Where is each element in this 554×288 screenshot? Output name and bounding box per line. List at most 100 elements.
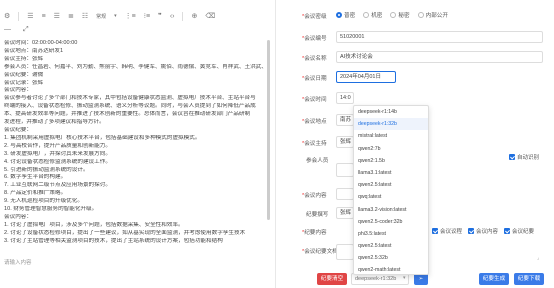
meeting-number-input[interactable]: 51020001 <box>336 31 543 43</box>
dropdown-option[interactable]: qwen2.5:32b <box>354 252 428 264</box>
horizontal-rule-icon[interactable]: — <box>4 26 11 34</box>
dropdown-option[interactable]: qwen2:1.5b <box>354 155 428 167</box>
link-icon[interactable]: ⊕ <box>191 12 197 20</box>
meeting-date-input[interactable]: 2024年04月01日 <box>336 71 396 83</box>
editor-line: 2. 讨论了设备状态检修项目，提出了一些建议，如从基实现的全面监测，并考虑使用数… <box>4 229 246 236</box>
list-unordered-icon[interactable]: ≡ <box>42 13 46 20</box>
dropdown-option[interactable]: phi3.5:latest <box>354 228 428 240</box>
align-left-icon[interactable]: ☰ <box>54 12 60 20</box>
summary-writer-label: 纪要撰写 <box>306 212 329 218</box>
editor-line: 会议地点：南苏达研发1 <box>4 47 64 54</box>
chevron-down-icon[interactable]: ▾ <box>114 13 117 19</box>
meeting-host-input[interactable]: 张辉 <box>336 136 354 148</box>
editor-toolbar-row2: — ⤢ <box>4 26 29 34</box>
editor-scrollbar[interactable] <box>267 40 270 220</box>
dropdown-option[interactable]: qwen2.5-coder:32b <box>354 216 428 228</box>
auto-identify-checkbox[interactable]: 自动识别 <box>509 153 539 161</box>
settings-icon[interactable]: ⚙ <box>4 12 10 20</box>
host-label: *会议主持 <box>302 141 327 147</box>
editor-panel: ⚙ ☰ ≡ ☰ ≣ ☷ 常规 ▾ ⋮≡ ⁝≡ ❞ ‹› ⊕ ⌫ — ⤢ 会议时间… <box>0 0 276 288</box>
dropdown-option[interactable]: qwen2-math:latest <box>354 264 428 274</box>
doc-label: *会议纪要文档 <box>302 249 338 255</box>
editor-toolbar: ⚙ ☰ ≡ ☰ ≣ ☷ 常规 ▾ ⋮≡ ⁝≡ ❞ ‹› ⊕ ⌫ <box>4 10 215 22</box>
checkbox-content[interactable]: 会议内容 <box>468 227 498 235</box>
dropdown-option[interactable]: qwen2:7b <box>354 143 428 155</box>
confidentiality-radio-group: 普密 机密 秘密 内部公开 <box>336 11 456 19</box>
dropdown-option[interactable]: deepseek-r1:32b <box>354 118 428 131</box>
editor-line: 终端的接入、设备状态检修、振动监测系统、语义分析等议题。同时，与会人员提到了如何… <box>4 103 256 110</box>
list-ordered-icon[interactable]: ☰ <box>27 12 33 20</box>
chevron-down-icon[interactable]: ▾ <box>403 275 406 281</box>
editor-line: 3. 讨论了主站管理等相关监测项目的技术，提出了主站系统的设计方案，包括功能和结… <box>4 237 223 244</box>
meeting-location-input[interactable]: 南苏 <box>336 114 354 126</box>
location-label: *会议地点 <box>302 119 327 125</box>
participants-input[interactable] <box>336 163 354 177</box>
editor-line: 会议纪要：谢微 <box>4 71 44 78</box>
editor-line: 1. 讨论了虚拟电厂项目，涉及多个问题，包括数据采集、安全性和效率。 <box>4 221 184 228</box>
paragraph-style-select[interactable]: 常规 <box>96 13 106 20</box>
dropdown-option[interactable]: mistral:latest <box>354 130 428 142</box>
meeting-time-input[interactable]: 14:0 <box>336 92 354 104</box>
editor-line: 10. 财务管理智慧服务的智能化升级。 <box>4 206 98 213</box>
generate-minutes-button[interactable]: 纪要生成 <box>479 273 509 285</box>
dropdown-option[interactable]: deepseek-r1:14b <box>354 106 428 118</box>
editor-content[interactable]: 会议时间：02:00:00-04:00:00 会议地点：南苏达研发1 会议主持：张辉… <box>4 40 266 254</box>
editor-line: 发进程，并推动了多项建议和指导方针。 <box>4 119 105 126</box>
meeting-content-input[interactable] <box>336 188 354 200</box>
radio-confidential[interactable]: 机密 <box>363 11 382 19</box>
radio-secret[interactable]: 秘密 <box>390 11 410 19</box>
resize-handle-icon[interactable]: ⌟ <box>537 255 539 261</box>
editor-line: 2. 与高校合作，提升产品质量和创新能力。 <box>4 142 111 149</box>
editor-line: 参会人员：任昌岩、何嘉平、刘为勤、熊丽宇、韩明、李健军、姚佰、雨德偿、黄竞军、肖… <box>4 63 266 70</box>
minutes-label: *纪要内容 <box>302 230 327 236</box>
dropdown-option[interactable]: qwen2.5:latest <box>354 179 428 191</box>
editor-line: 会议主持：张辉 <box>4 55 44 62</box>
code-icon[interactable]: ‹› <box>170 13 175 20</box>
dropdown-option[interactable]: qwq:latest <box>354 191 428 203</box>
editor-line: 9. 无人机巡检项目的升级优化。 <box>4 198 83 205</box>
editor-line: 会议纪要： <box>4 126 32 133</box>
content-label: *会议内容 <box>302 193 327 199</box>
radio-normal[interactable]: 普密 <box>336 11 355 19</box>
quote-icon[interactable]: ❞ <box>158 12 162 20</box>
editor-line: 4. 讨论设备状态检修监测系统的建设工作。 <box>4 158 111 165</box>
list-number-icon[interactable]: ⁝≡ <box>144 12 150 20</box>
confidentiality-label: *会议密级 <box>302 14 327 20</box>
dropdown-option[interactable]: llama3.1:latest <box>354 167 428 179</box>
dropdown-option[interactable]: qwen2.5:latest <box>354 240 428 252</box>
align-justify-icon[interactable]: ☷ <box>82 12 88 20</box>
editor-line: 5. 引进新的振动监测系统的设计。 <box>4 166 89 173</box>
download-minutes-button[interactable]: 纪要下载 <box>514 273 544 285</box>
summary-writer-input[interactable]: 张辉 <box>336 207 354 219</box>
clear-minutes-button[interactable]: 纪要清空 <box>317 273 347 285</box>
checkbox-agenda[interactable]: 会议议程 <box>432 227 462 235</box>
editor-line: 会议时间：02:00:00-04:00:00 <box>4 40 78 46</box>
toolbar-divider <box>18 11 20 21</box>
model-dropdown-menu[interactable]: deepseek-r1:14b deepseek-r1:32b mistral:la… <box>353 105 429 275</box>
editor-line: 8. 产品定价和推广策略。 <box>4 190 67 197</box>
editor-line: 会议内容： <box>4 213 32 220</box>
editor-line: 本、提高研发效率等问题，并推进了技术创新的重要性。总体而言，会议旨在推动研发部门… <box>4 111 251 118</box>
number-label: *会议编号 <box>302 36 327 42</box>
date-label: *会议日期 <box>302 76 327 82</box>
editor-line: 会议内容： <box>4 87 32 94</box>
fullscreen-icon[interactable]: ⤢ <box>23 26 29 34</box>
editor-line: 7. 工业互联网二级节点及应用场景的探讨。 <box>4 182 111 189</box>
align-center-icon[interactable]: ≣ <box>68 12 74 20</box>
editor-bottom-hint: 请输入内容 <box>4 260 32 266</box>
minutes-checkbox-group: 会议议程 会议内容 会议纪要 <box>432 227 534 235</box>
list-bullet-icon[interactable]: ⋮≡ <box>125 12 136 20</box>
toolbar-divider <box>182 11 184 21</box>
time-label: *会议时间 <box>302 97 327 103</box>
meeting-name-input[interactable]: AI技术讨论会 <box>336 51 543 63</box>
editor-line: 会议参与者讨论了多个部门和技术专家，其中包括设备健康状态监测、虚拟电厂技术平台、… <box>4 95 256 102</box>
name-label: *会议名称 <box>302 56 327 62</box>
doc-textarea[interactable] <box>336 244 354 260</box>
checkbox-minutes[interactable]: 会议纪要 <box>504 227 534 235</box>
radio-internal[interactable]: 内部公开 <box>417 11 448 19</box>
dropdown-option[interactable]: llama3.2-vision:latest <box>354 204 428 216</box>
editor-line: 会议记录：张辉 <box>4 79 44 86</box>
editor-line: 6. 数字孪生平台的构建。 <box>4 174 67 181</box>
participants-label: 参会人员 <box>306 158 329 164</box>
clear-format-icon[interactable]: ⌫ <box>205 12 215 20</box>
